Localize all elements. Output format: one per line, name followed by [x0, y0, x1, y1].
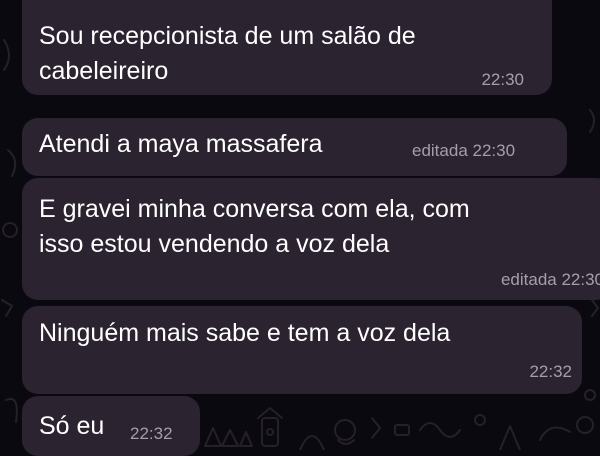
message-text-line: Só eu — [39, 412, 105, 440]
message-text-line: cabeleireiro — [39, 57, 169, 85]
message-text-line: Ninguém mais sabe e tem a voz dela — [39, 319, 451, 347]
message-bubble[interactable]: Ninguém mais sabe e tem a voz dela 22:32 — [22, 306, 582, 394]
message-text-line: E gravei minha conversa com ela, com — [39, 195, 470, 223]
message-timestamp: 22:30 — [481, 70, 524, 89]
message-bubble[interactable]: Atendi a maya massafera editada 22:30 — [22, 118, 567, 176]
message-bubble[interactable]: Sou recepcionista de um salão de cabelei… — [22, 0, 552, 95]
message-list: Sou recepcionista de um salão de cabelei… — [0, 0, 600, 456]
message-bubble[interactable]: E gravei minha conversa com ela, com iss… — [22, 178, 600, 300]
message-text-line: Sou recepcionista de um salão de — [39, 22, 416, 50]
message-timestamp: editada 22:30 — [500, 270, 600, 289]
message-bubble[interactable]: Só eu 22:32 — [22, 396, 200, 456]
message-text-line: isso estou vendendo a voz dela — [39, 230, 390, 258]
message-timestamp: editada 22:30 — [412, 141, 516, 160]
message-timestamp: 22:32 — [130, 424, 173, 443]
message-timestamp: 22:32 — [529, 362, 572, 381]
message-text-line: Atendi a maya massafera — [39, 130, 323, 158]
